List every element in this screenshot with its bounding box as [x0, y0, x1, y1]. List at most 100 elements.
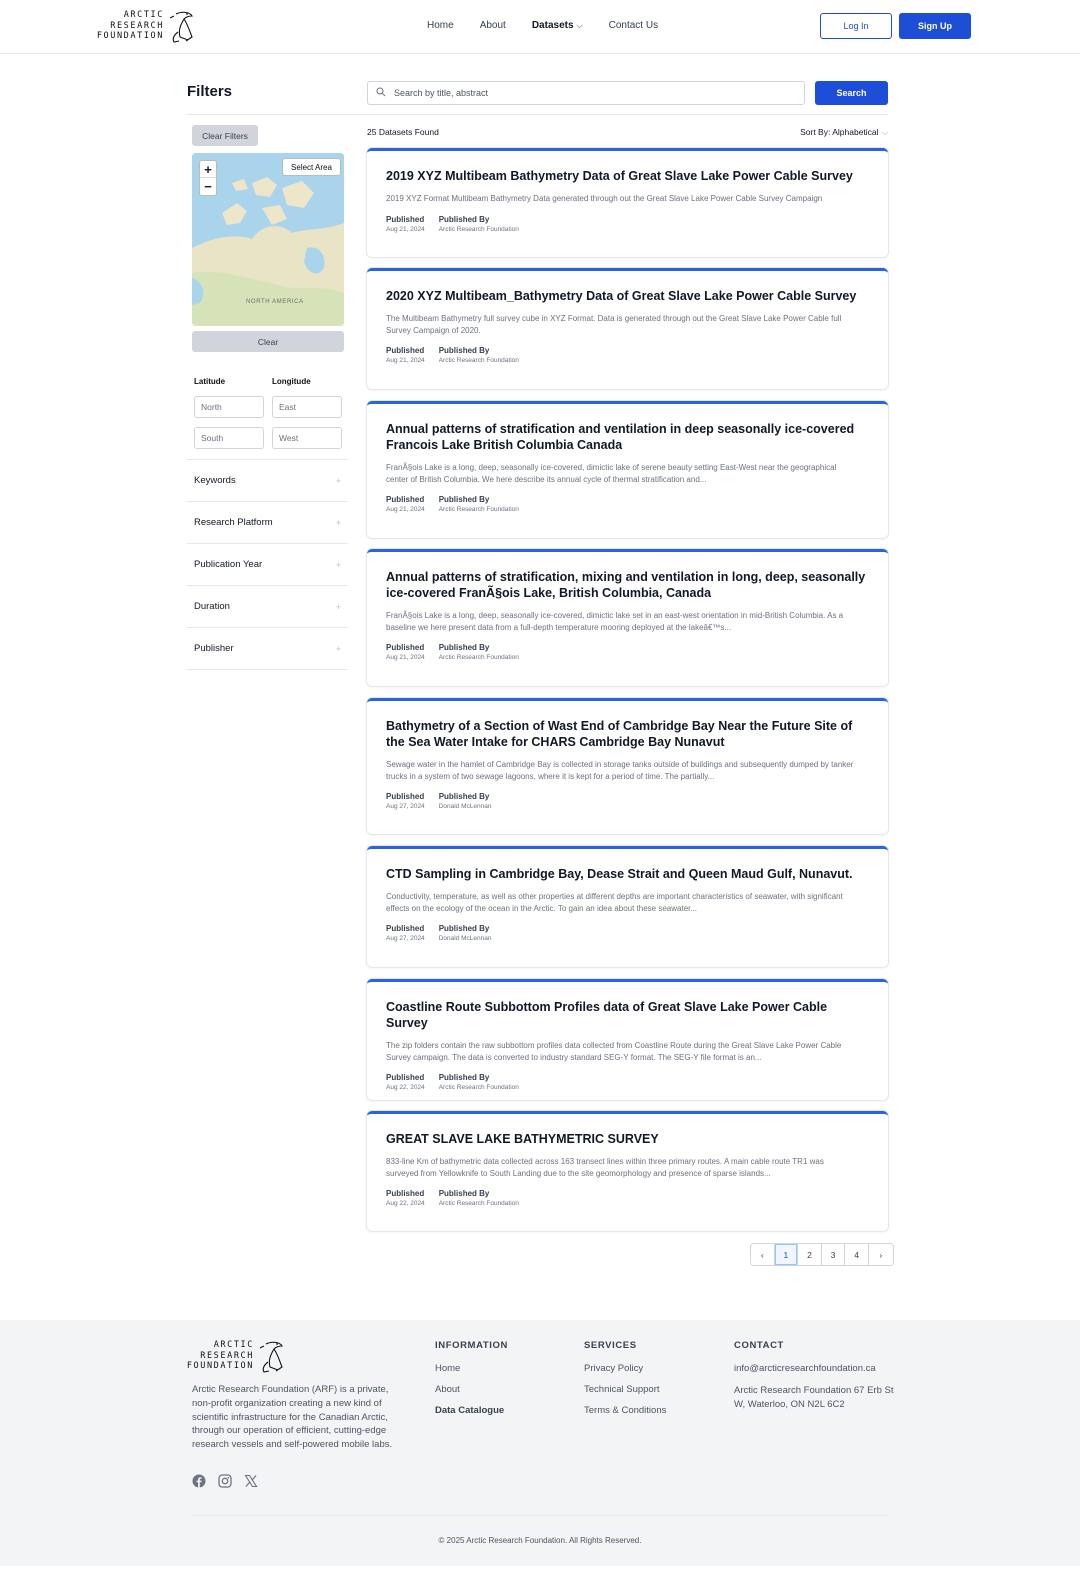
map-view[interactable]: + − Select Area NORTH AMERICA	[192, 153, 344, 326]
search-input[interactable]	[394, 88, 804, 98]
signup-button[interactable]: Sign Up	[899, 13, 971, 39]
publisher-info: Published By Arctic Research Foundation	[439, 495, 519, 513]
published-info: Published Aug 21, 2024	[386, 495, 425, 513]
north-input[interactable]	[194, 396, 264, 418]
publisher-name: Arctic Research Foundation	[438, 1200, 519, 1207]
published-date: Aug 21, 2024	[386, 357, 425, 364]
search-icon	[368, 84, 394, 102]
dataset-title[interactable]: GREAT SLAVE LAKE BATHYMETRIC SURVEY	[386, 1131, 869, 1147]
chevron-down-icon: ⌵	[576, 21, 583, 30]
nav-home[interactable]: Home	[427, 20, 454, 31]
publisher-info: Published By Arctic Research Foundation	[439, 1073, 519, 1091]
nav-datasets[interactable]: Datasets ⌵	[532, 20, 583, 31]
accordion-research-platform[interactable]: Research Platform +	[187, 501, 348, 543]
dataset-title[interactable]: 2020 XYZ Multibeam_Bathymetry Data of Gr…	[386, 288, 869, 304]
footer-link-support[interactable]: Technical Support	[584, 1384, 666, 1395]
footer-link-about[interactable]: About	[435, 1384, 508, 1395]
footer-link-terms[interactable]: Terms & Conditions	[584, 1405, 666, 1416]
footer-link-home[interactable]: Home	[435, 1363, 508, 1374]
footer-contact: CONTACT info@arcticresearchfoundation.ca…	[734, 1340, 894, 1411]
dataset-meta: Published Aug 27, 2024 Published By Donald …	[386, 924, 869, 942]
footer-email-link[interactable]: info@arcticresearchfoundation.ca	[734, 1363, 894, 1374]
copyright: © 2025 Arctic Research Foundation. All R…	[438, 1536, 642, 1545]
dataset-card[interactable]: Annual patterns of stratification, mixin…	[367, 549, 888, 686]
select-area-button[interactable]: Select Area	[282, 158, 341, 176]
accordion-keywords[interactable]: Keywords +	[187, 459, 348, 501]
results-count: 25 Datasets Found	[367, 127, 439, 137]
accordion-label: Publication Year	[194, 559, 263, 570]
dataset-card[interactable]: Annual patterns of stratification and ve…	[367, 401, 888, 538]
nav-about[interactable]: About	[480, 20, 506, 31]
accordion-label: Keywords	[194, 475, 236, 486]
dataset-abstract: Conductivity, temperature, as well as ot…	[386, 892, 843, 913]
published-by-label: Published By	[438, 1189, 490, 1198]
plus-icon: +	[335, 601, 341, 612]
published-by-label: Published By	[438, 792, 490, 801]
dataset-card[interactable]: Bathymetry of a Section of Wast End of C…	[367, 698, 888, 834]
publisher-info: Published By Arctic Research Foundation	[439, 346, 519, 364]
x-twitter-icon[interactable]	[244, 1474, 258, 1488]
dataset-title[interactable]: Coastline Route Subbottom Profiles data …	[386, 999, 869, 1031]
west-input[interactable]	[272, 427, 342, 449]
published-label: Published	[386, 924, 425, 933]
published-date: Aug 27, 2024	[386, 935, 425, 942]
next-page-button[interactable]: ›	[868, 1244, 893, 1265]
published-date: Aug 21, 2024	[386, 506, 425, 513]
sort-dropdown[interactable]: Sort By: Alphabetical ⌵	[800, 127, 888, 138]
polar-bear-logo-icon	[169, 11, 193, 43]
dataset-card[interactable]: Coastline Route Subbottom Profiles data …	[367, 979, 888, 1100]
publisher-info: Published By Donald McLennan	[439, 792, 492, 810]
zoom-in-button[interactable]: +	[200, 161, 216, 178]
page-button-2[interactable]: 2	[798, 1244, 822, 1265]
search-button[interactable]: Search	[815, 81, 888, 105]
nav-contact[interactable]: Contact Us	[609, 20, 658, 31]
accordion-label: Duration	[194, 601, 230, 612]
page-button-1[interactable]: 1	[774, 1244, 799, 1265]
dataset-abstract: 2019 XYZ Format Multibeam Bathymetry Dat…	[386, 194, 823, 203]
publisher-info: Published By Arctic Research Foundation	[439, 215, 519, 233]
dataset-card[interactable]: GREAT SLAVE LAKE BATHYMETRIC SURVEY 833-l…	[367, 1111, 888, 1231]
footer-link-data-catalogue[interactable]: Data Catalogue	[435, 1405, 508, 1416]
accordion-publication-year[interactable]: Publication Year +	[187, 543, 348, 585]
dataset-card[interactable]: 2019 XYZ Multibeam Bathymetry Data of Gr…	[367, 148, 888, 257]
accordion-label: Publisher	[194, 643, 234, 654]
map-clear-button[interactable]: Clear	[192, 331, 344, 352]
facebook-icon[interactable]	[192, 1474, 206, 1488]
east-input[interactable]	[272, 396, 342, 418]
dataset-title[interactable]: Bathymetry of a Section of Wast End of C…	[386, 718, 869, 750]
south-input[interactable]	[194, 427, 264, 449]
site-footer: ARCTIC RESEARCH FOUNDATION Arctic Resear…	[0, 1320, 1080, 1566]
dataset-title[interactable]: Annual patterns of stratification and ve…	[386, 421, 869, 453]
search-box	[367, 81, 805, 105]
published-info: Published Aug 21, 2024	[386, 346, 425, 364]
dataset-meta: Published Aug 21, 2024 Published By Arctic …	[386, 495, 869, 513]
accordion-duration[interactable]: Duration +	[187, 585, 348, 627]
zoom-out-button[interactable]: −	[200, 178, 216, 195]
dataset-meta: Published Aug 22, 2024 Published By Arctic …	[386, 1189, 869, 1207]
divider	[187, 114, 888, 115]
dataset-title[interactable]: CTD Sampling in Cambridge Bay, Dease Str…	[386, 866, 869, 882]
accordion-publisher[interactable]: Publisher +	[187, 627, 348, 669]
dataset-title[interactable]: Annual patterns of stratification, mixin…	[386, 569, 869, 601]
footer-link-privacy[interactable]: Privacy Policy	[584, 1363, 666, 1374]
page-button-3[interactable]: 3	[821, 1244, 846, 1265]
dataset-title[interactable]: 2019 XYZ Multibeam Bathymetry Data of Gr…	[386, 168, 869, 184]
prev-page-button[interactable]: ‹	[751, 1244, 775, 1265]
login-button[interactable]: Log In	[820, 13, 892, 39]
nav-datasets-label: Datasets	[531, 20, 574, 31]
dataset-card[interactable]: 2020 XYZ Multibeam_Bathymetry Data of Gr…	[367, 268, 888, 389]
published-by-label: Published By	[438, 495, 490, 504]
plus-icon: +	[335, 559, 341, 570]
divider	[187, 669, 348, 670]
footer-logo[interactable]: ARCTIC RESEARCH FOUNDATION	[187, 1340, 288, 1374]
plus-icon: +	[335, 475, 341, 486]
page-button-4[interactable]: 4	[845, 1244, 869, 1265]
dataset-meta: Published Aug 21, 2024 Published By Arctic …	[386, 643, 869, 661]
logo[interactable]: ARCTIC RESEARCH FOUNDATION	[97, 10, 200, 44]
published-label: Published	[386, 495, 425, 504]
dataset-card[interactable]: CTD Sampling in Cambridge Bay, Dease Str…	[367, 846, 888, 967]
clear-filters-button[interactable]: Clear Filters	[192, 125, 258, 146]
dataset-abstract: FranÃ§ois Lake is a long, deep, seasonal…	[386, 463, 837, 484]
plus-icon: +	[335, 517, 341, 528]
instagram-icon[interactable]	[218, 1474, 232, 1488]
